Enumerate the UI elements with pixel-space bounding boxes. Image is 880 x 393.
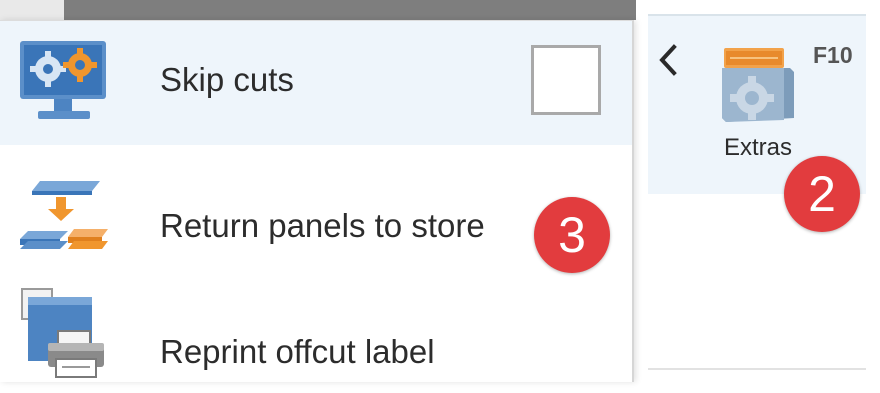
extras-label: Extras — [723, 134, 792, 161]
menu-item-label: Return panels to store — [160, 207, 485, 244]
printer-icon — [21, 288, 104, 378]
chevron-left-icon — [659, 44, 677, 76]
extras-menu: Skip cuts Return panels to store 3 Repri… — [0, 20, 634, 382]
menu-item-skip-cuts[interactable]: Skip cuts — [0, 21, 632, 145]
extras-button[interactable]: Extras — [708, 36, 808, 166]
step-badge-2: 2 — [784, 156, 860, 232]
step-badge-3: 3 — [534, 197, 610, 273]
return-panels-icon — [20, 181, 108, 249]
background-toolbar-left — [0, 0, 64, 20]
menu-item-reprint-offcut-label[interactable]: Reprint offcut label — [0, 269, 632, 393]
shortcut-key-label: F10 — [813, 42, 853, 68]
menu-item-label: Reprint offcut label — [160, 333, 435, 370]
skip-cuts-checkbox[interactable] — [531, 45, 601, 115]
menu-item-return-panels[interactable]: Return panels to store 3 — [0, 145, 632, 273]
monitor-gears-icon — [20, 41, 106, 119]
menu-item-label: Skip cuts — [160, 61, 294, 98]
ribbon-divider — [648, 368, 866, 370]
extras-folder-icon — [722, 48, 794, 122]
background-toolbar-dark — [64, 0, 636, 20]
collapse-ribbon-button[interactable] — [652, 40, 684, 80]
